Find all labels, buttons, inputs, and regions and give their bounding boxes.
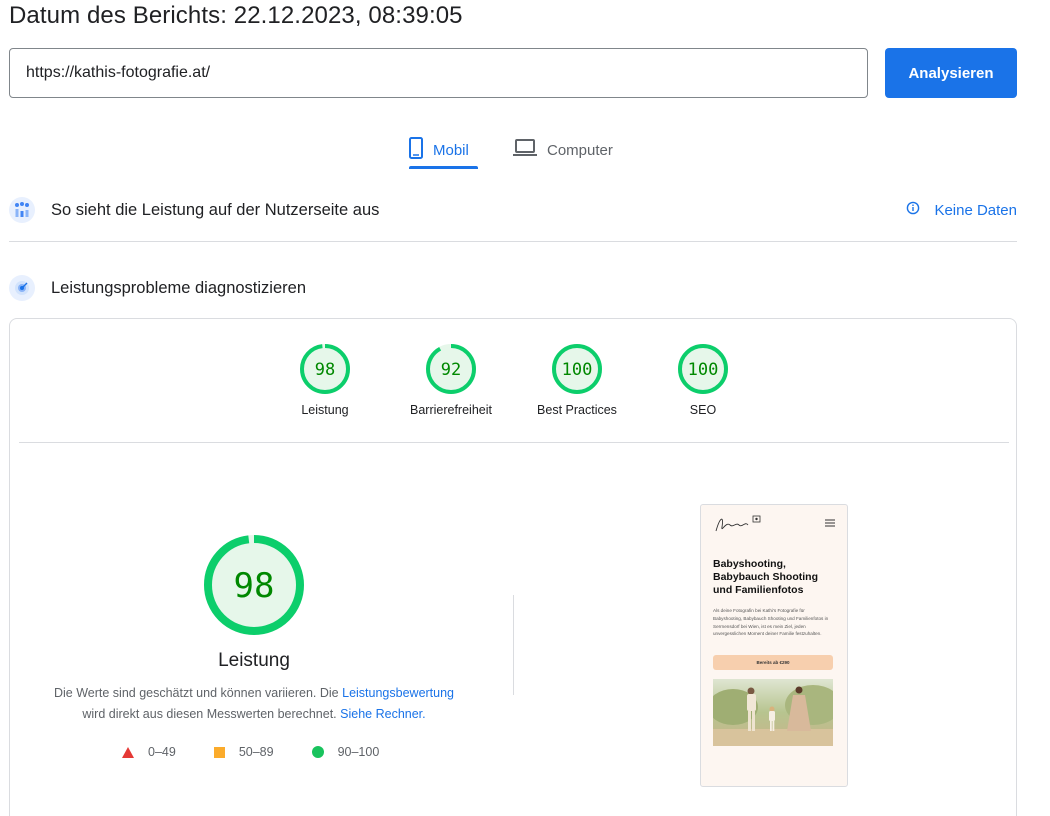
gauge-seo-value: 100 — [688, 360, 719, 380]
smartphone-icon — [409, 137, 423, 163]
gauge-best-practices[interactable]: 100 Best Practices — [522, 343, 632, 417]
gauge-leistung-label: Leistung — [301, 403, 349, 417]
tab-mobile-label: Mobil — [433, 141, 469, 159]
info-icon — [906, 201, 920, 219]
site-paragraph: Als deine Fotografin bei Kathi's Fotogra… — [713, 608, 829, 637]
performance-label: Leistung — [218, 650, 290, 671]
users-chart-icon — [9, 197, 35, 223]
no-data-link[interactable]: Keine Daten — [906, 201, 1017, 219]
gauge-leistung[interactable]: 98 Leistung — [270, 343, 380, 417]
legend-range-good: 90–100 — [337, 745, 380, 759]
page-screenshot: Babyshooting, Babybauch Shooting und Fam… — [700, 504, 848, 787]
scoring-link[interactable]: Leistungsbewertung — [342, 686, 454, 700]
gauge-seo[interactable]: 100 SEO — [648, 343, 758, 417]
field-data-title: So sieht die Leistung auf der Nutzerseit… — [51, 200, 380, 219]
family-photo — [713, 679, 833, 746]
no-data-label: Keine Daten — [934, 201, 1017, 219]
gauge-leistung-value: 98 — [315, 360, 335, 380]
tab-underline — [409, 166, 478, 169]
vertical-separator — [513, 595, 514, 695]
calculator-link[interactable]: Siehe Rechner. — [340, 707, 425, 721]
note-text-2: wird direkt aus diesen Messwerten berech… — [82, 707, 337, 721]
tab-computer-label: Computer — [547, 141, 613, 159]
gauge-best-practices-ring: 100 — [552, 344, 602, 394]
url-input[interactable] — [9, 48, 868, 98]
circle-icon — [311, 746, 324, 758]
gauge-seo-ring: 100 — [678, 344, 728, 394]
gauge-barrierefreiheit-ring: 92 — [426, 344, 476, 394]
legend-item-poor: 0–49 — [122, 745, 176, 759]
hamburger-menu-icon — [825, 518, 835, 530]
gauge-barrierefreiheit[interactable]: 92 Barrierefreiheit — [396, 343, 506, 417]
legend-item-good: 90–100 — [311, 745, 380, 759]
gauge-best-practices-label: Best Practices — [537, 403, 617, 417]
performance-gauge: 98 — [204, 535, 304, 635]
tab-mobile[interactable]: Mobil — [409, 130, 469, 170]
site-logo — [712, 513, 764, 541]
note-text-1: Die Werte sind geschätzt und können vari… — [53, 686, 339, 700]
lab-results-card: 98 Leistung 92 Barrierefreiheit 100 Best… — [9, 318, 1017, 816]
diagnostics-icon — [9, 275, 35, 301]
performance-score: 98 — [234, 566, 275, 606]
gauge-barrierefreiheit-value: 92 — [441, 360, 461, 380]
square-icon — [213, 746, 225, 758]
performance-note: Die Werte sind geschätzt und können vari… — [40, 683, 468, 725]
score-legend: 0–49 50–89 90–100 — [122, 745, 417, 759]
laptop-icon — [513, 139, 537, 161]
analyze-button[interactable]: Analysieren — [885, 48, 1017, 98]
legend-range-average: 50–89 — [238, 745, 274, 759]
triangle-icon — [122, 746, 134, 758]
tab-computer[interactable]: Computer — [513, 130, 613, 170]
legend-item-average: 50–89 — [213, 745, 274, 759]
field-data-header: So sieht die Leistung auf der Nutzerseit… — [9, 196, 1017, 224]
report-date: Datum des Berichts: 22.12.2023, 08:39:05 — [9, 2, 463, 29]
lab-data-header: Leistungsprobleme diagnostizieren — [9, 274, 1017, 302]
site-headline: Babyshooting, Babybauch Shooting und Fam… — [713, 558, 818, 596]
card-divider — [19, 442, 1009, 443]
section-divider — [9, 241, 1017, 242]
gauge-leistung-ring: 98 — [300, 344, 350, 394]
legend-range-poor: 0–49 — [148, 745, 176, 759]
gauge-seo-label: SEO — [689, 403, 717, 417]
gauge-best-practices-value: 100 — [562, 360, 593, 380]
gauge-barrierefreiheit-label: Barrierefreiheit — [410, 403, 492, 417]
lab-data-title: Leistungsprobleme diagnostizieren — [51, 278, 306, 297]
site-cta-button: Bereits ab €290 — [713, 655, 833, 670]
